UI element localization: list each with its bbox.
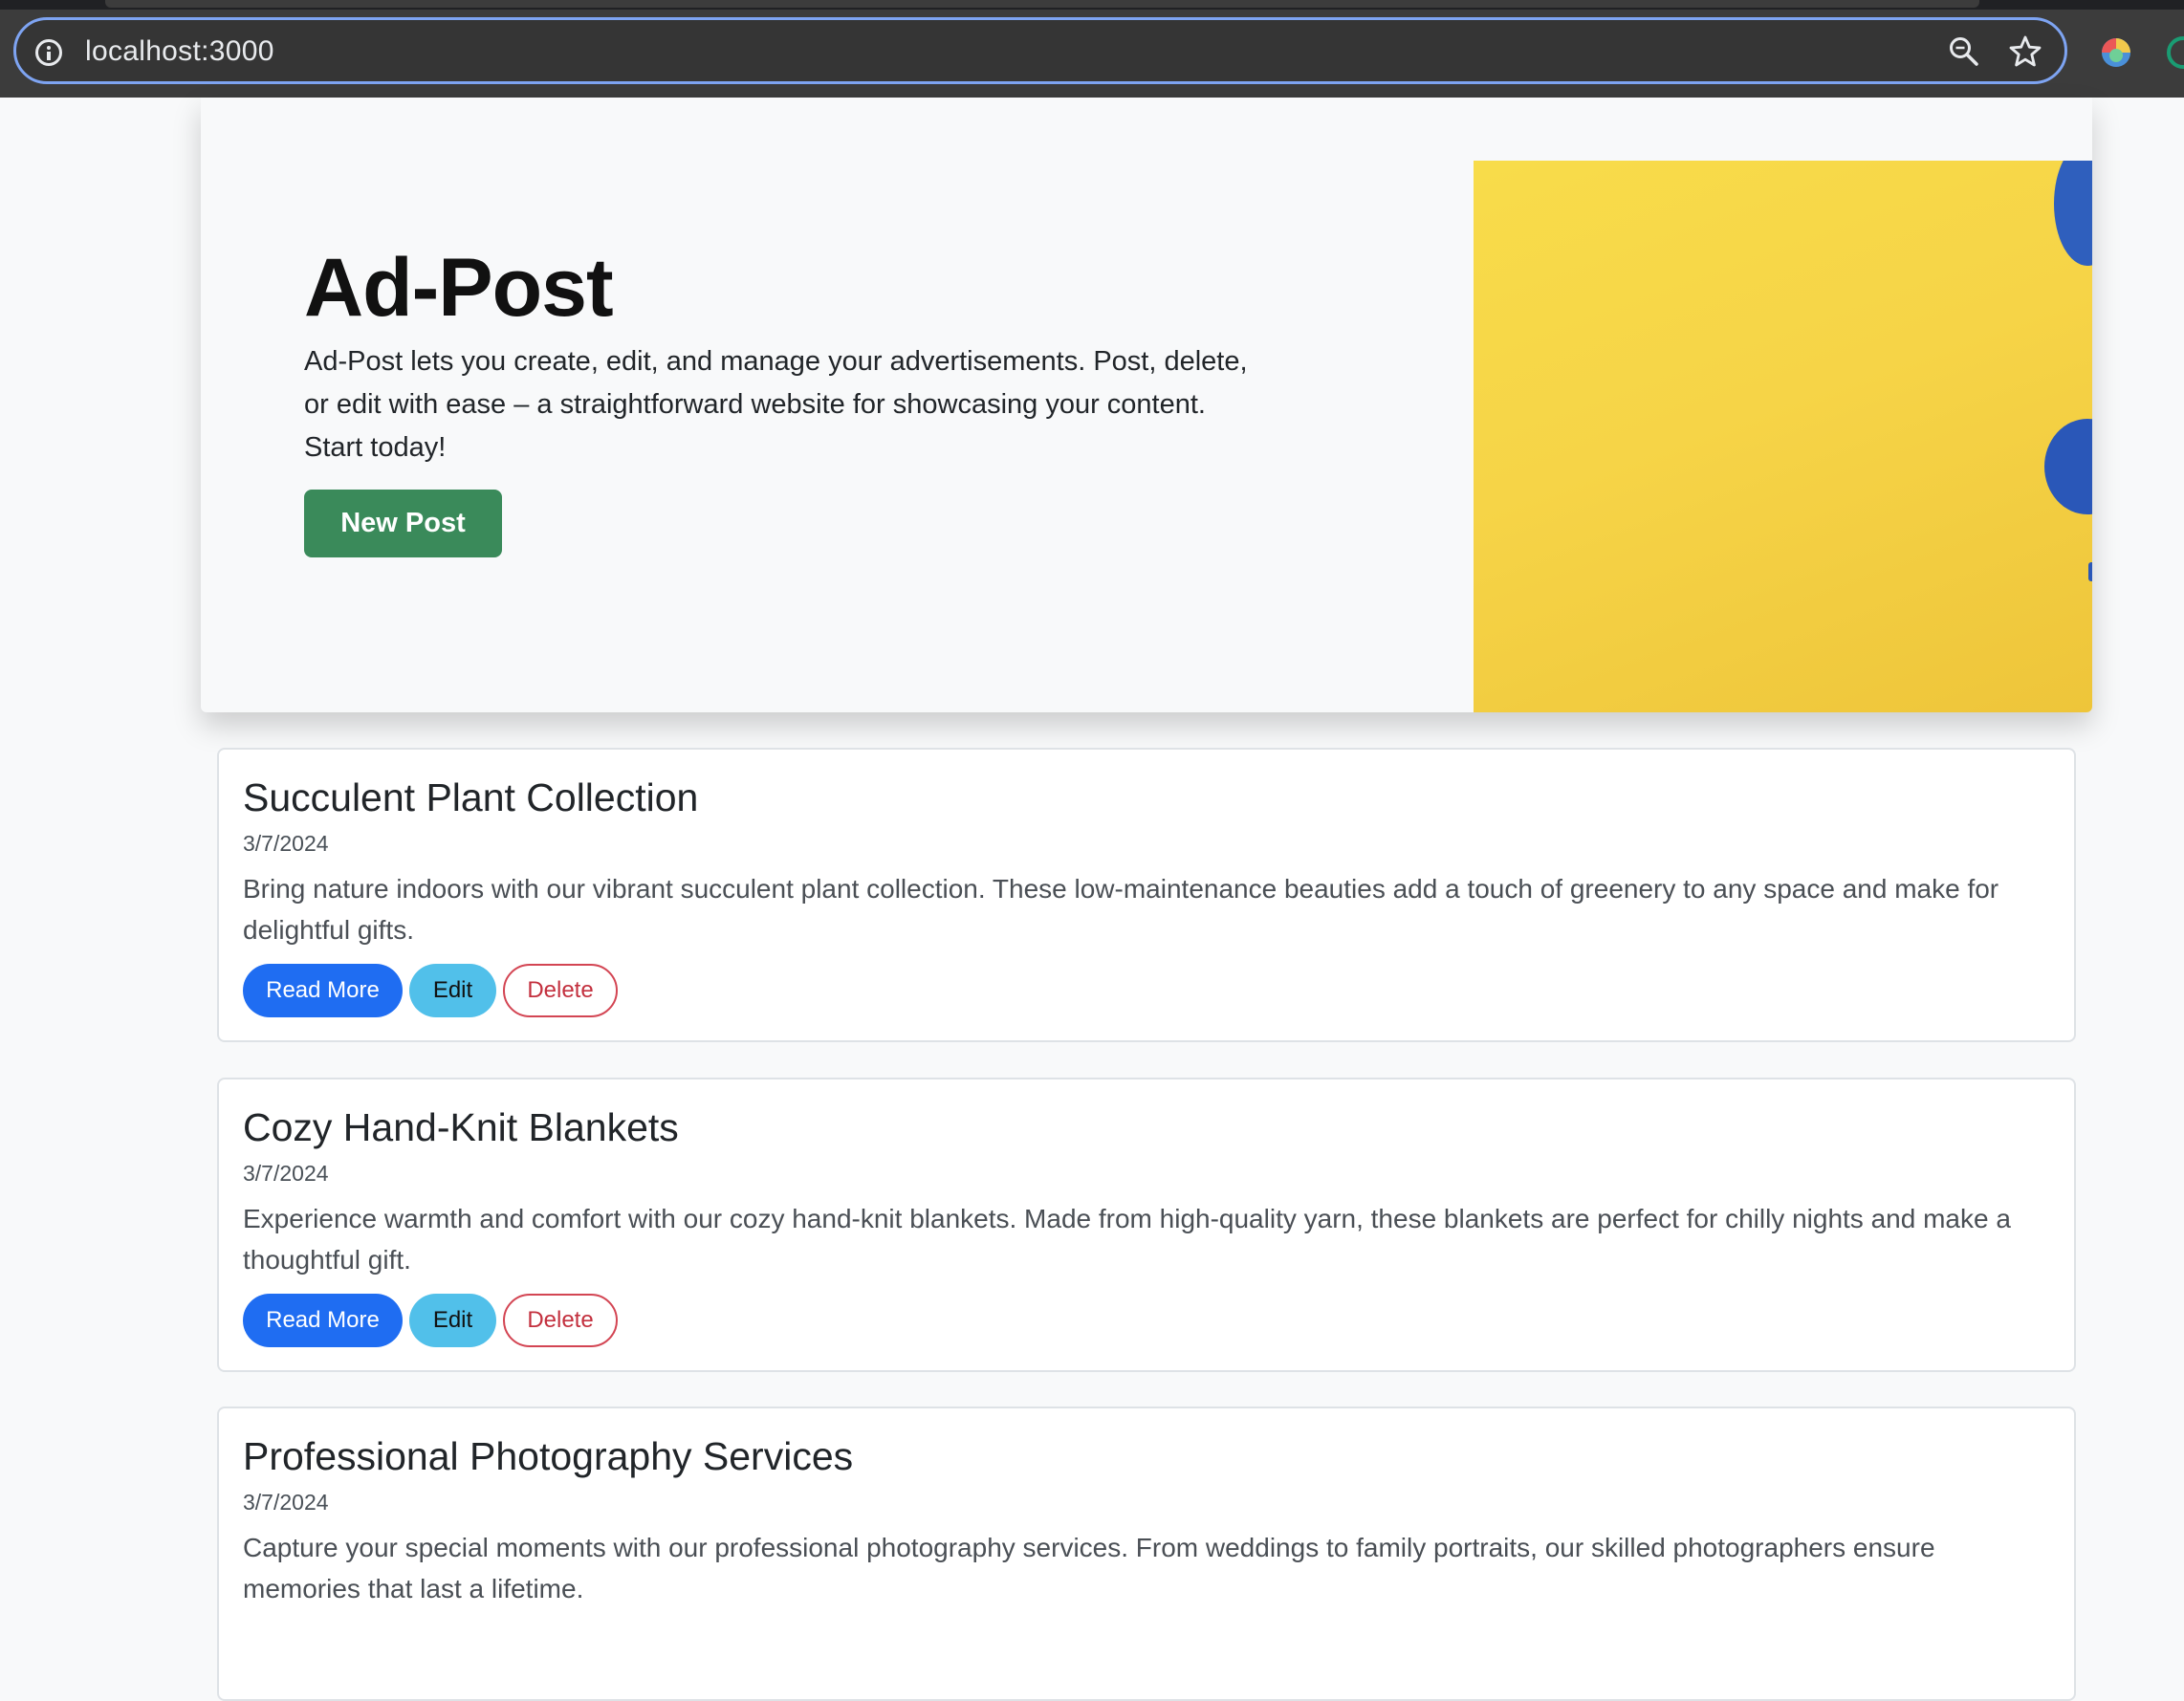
delete-button[interactable]: Delete bbox=[503, 964, 618, 1017]
address-bar[interactable]: localhost:3000 bbox=[13, 17, 2067, 84]
post-date: 3/7/2024 bbox=[243, 831, 329, 856]
post-date: 3/7/2024 bbox=[243, 1490, 329, 1515]
post-date: 3/7/2024 bbox=[243, 1161, 329, 1186]
hero-image-shape bbox=[2088, 562, 2092, 581]
post-card: Cozy Hand-Knit Blankets 3/7/2024 Experie… bbox=[217, 1078, 2076, 1372]
active-tab-edge[interactable] bbox=[105, 0, 1979, 8]
hero-banner: Ad-Post Ad-Post lets you create, edit, a… bbox=[201, 98, 2092, 712]
hero-image bbox=[1474, 161, 2092, 712]
edit-button[interactable]: Edit bbox=[409, 1294, 496, 1347]
post-description: Experience warmth and comfort with our c… bbox=[243, 1204, 2011, 1275]
post-title: Professional Photography Services bbox=[243, 1434, 854, 1478]
post-title: Cozy Hand-Knit Blankets bbox=[243, 1105, 679, 1149]
extension-icon-2[interactable] bbox=[2167, 36, 2184, 69]
post-card: Succulent Plant Collection 3/7/2024 Brin… bbox=[217, 748, 2076, 1042]
hero-image-shape bbox=[2044, 419, 2092, 514]
post-description: Bring nature indoors with our vibrant su… bbox=[243, 874, 1999, 945]
hero-description: Ad-Post lets you create, edit, and manag… bbox=[304, 346, 1248, 463]
site-info-icon[interactable] bbox=[35, 39, 62, 66]
read-more-button[interactable]: Read More bbox=[243, 1294, 403, 1347]
tab-strip bbox=[0, 0, 2184, 10]
post-card: Professional Photography Services 3/7/20… bbox=[217, 1407, 2076, 1701]
post-description: Capture your special moments with our pr… bbox=[243, 1533, 1935, 1603]
delete-button[interactable]: Delete bbox=[503, 1294, 618, 1347]
bookmark-star-icon[interactable] bbox=[2007, 33, 2043, 70]
hero-image-shape bbox=[2054, 161, 2092, 266]
hero-title: Ad-Post bbox=[304, 242, 614, 334]
edit-button[interactable]: Edit bbox=[409, 964, 496, 1017]
url-text[interactable]: localhost:3000 bbox=[85, 35, 274, 68]
zoom-icon[interactable] bbox=[1948, 35, 1980, 68]
post-title: Succulent Plant Collection bbox=[243, 775, 699, 819]
new-post-button[interactable]: New Post bbox=[304, 490, 502, 557]
browser-toolbar: localhost:3000 bbox=[0, 0, 2184, 98]
read-more-button[interactable]: Read More bbox=[243, 964, 403, 1017]
extension-icon[interactable] bbox=[2100, 36, 2132, 69]
